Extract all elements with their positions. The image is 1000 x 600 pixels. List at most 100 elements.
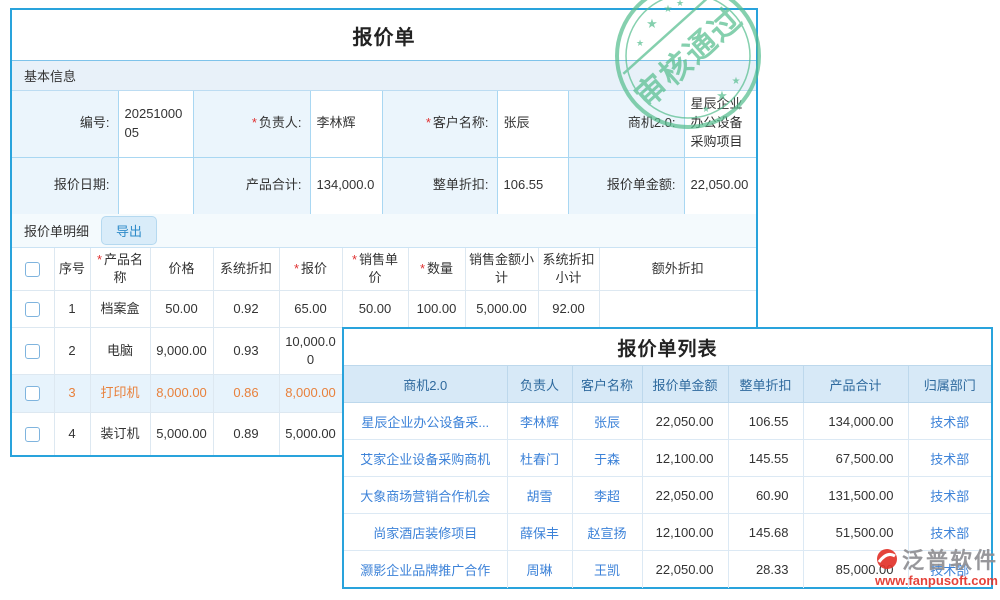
column-header-text: 数量 xyxy=(427,261,453,276)
list-window-title: 报价单列表 xyxy=(344,329,991,365)
list-cell-product-total: 51,500.00 xyxy=(803,514,908,551)
column-header-sys-discount: 系统折扣 xyxy=(213,248,279,290)
header-checkbox-cell xyxy=(12,248,54,290)
list-row[interactable]: 艾家企业设备采购商机杜春门于森12,100.00145.5567,500.00技… xyxy=(344,440,991,477)
field-label-text: 报价日期: xyxy=(54,177,110,192)
list-cell-opportunity[interactable]: 艾家企业设备采购商机 xyxy=(344,440,507,477)
cell-sale-price: 50.00 xyxy=(342,290,408,327)
list-cell-customer[interactable]: 李超 xyxy=(572,477,642,514)
basic-info-row: 编号:2025100005*负责人:李林辉 *客户名称: 张辰 商机2.0: 星辰企业办… xyxy=(12,91,756,157)
list-cell-owner[interactable]: 胡雪 xyxy=(507,477,572,514)
list-cell-customer[interactable]: 赵宣扬 xyxy=(572,514,642,551)
cell-price: 8,000.00 xyxy=(150,374,213,412)
row-checkbox-cell xyxy=(12,374,54,412)
list-cell-customer[interactable]: 张辰 xyxy=(572,403,642,440)
list-cell-owner[interactable]: 杜春门 xyxy=(507,440,572,477)
basic-info-section-title: 基本信息 xyxy=(24,66,76,85)
field-label: 整单折扣: xyxy=(382,157,497,214)
column-header-text: 系统折扣 xyxy=(220,261,272,276)
row-checkbox[interactable] xyxy=(25,386,40,401)
table-row[interactable]: 1档案盒50.000.9265.0050.00100.005,000.0092.… xyxy=(12,290,756,327)
field-label-text: 商机2.0: xyxy=(628,115,676,130)
cell-quote: 65.00 xyxy=(279,290,342,327)
list-cell-amount: 22,050.00 xyxy=(642,551,728,588)
column-header-text: 序号 xyxy=(59,261,85,276)
list-cell-department[interactable]: 技术部 xyxy=(908,403,991,440)
export-button[interactable]: 导出 xyxy=(101,216,157,245)
list-cell-opportunity[interactable]: 尚家酒店装修项目 xyxy=(344,514,507,551)
field-label-text: 报价单金额: xyxy=(607,177,676,192)
list-row[interactable]: 大象商场营销合作机会胡雪李超22,050.0060.90131,500.00技术… xyxy=(344,477,991,514)
field-label: *负责人: xyxy=(193,91,310,157)
select-all-checkbox[interactable] xyxy=(25,262,40,277)
field-label-text: 整单折扣: xyxy=(433,177,489,192)
list-cell-department[interactable]: 技术部 xyxy=(908,514,991,551)
list-cell-discount: 145.68 xyxy=(728,514,803,551)
list-column-header-department[interactable]: 归属部门 xyxy=(908,366,991,403)
list-cell-opportunity[interactable]: 星辰企业办公设备采... xyxy=(344,403,507,440)
list-cell-discount: 145.55 xyxy=(728,440,803,477)
column-header-text: 系统折扣小计 xyxy=(542,252,594,285)
column-header-text: 销售金额小计 xyxy=(469,252,534,285)
field-label: 编号: xyxy=(12,91,118,157)
field-value[interactable]: 李林辉 xyxy=(310,91,382,157)
cell-extra-discount xyxy=(599,290,756,327)
field-value[interactable]: 106.55 xyxy=(497,157,568,214)
list-cell-department[interactable]: 技术部 xyxy=(908,551,991,588)
cell-product-name: 电脑 xyxy=(90,327,150,374)
field-value[interactable]: 134,000.0 xyxy=(310,157,382,214)
required-asterisk: * xyxy=(426,115,431,130)
list-cell-owner[interactable]: 李林辉 xyxy=(507,403,572,440)
cell-seq: 3 xyxy=(54,374,90,412)
list-column-header-customer[interactable]: 客户名称 xyxy=(572,366,642,403)
field-label: 产品合计: xyxy=(193,157,310,214)
list-row[interactable]: 尚家酒店装修项目薛保丰赵宣扬12,100.00145.6851,500.00技术… xyxy=(344,514,991,551)
field-value[interactable] xyxy=(118,157,193,214)
list-column-header-product-total[interactable]: 产品合计 xyxy=(803,366,908,403)
cell-seq: 4 xyxy=(54,412,90,455)
row-checkbox[interactable] xyxy=(25,302,40,317)
cell-price: 50.00 xyxy=(150,290,213,327)
cell-quote: 10,000.00 xyxy=(279,327,342,374)
field-value[interactable]: 22,050.00 xyxy=(684,157,756,214)
column-header-product-name: *产品名称 xyxy=(90,248,150,290)
list-column-header-opportunity[interactable]: 商机2.0 xyxy=(344,366,507,403)
column-header-sale-price: *销售单价 xyxy=(342,248,408,290)
list-cell-customer[interactable]: 于森 xyxy=(572,440,642,477)
field-label: 商机2.0: xyxy=(568,91,684,157)
list-cell-product-total: 131,500.00 xyxy=(803,477,908,514)
list-cell-department[interactable]: 技术部 xyxy=(908,440,991,477)
list-cell-owner[interactable]: 薛保丰 xyxy=(507,514,572,551)
cell-price: 5,000.00 xyxy=(150,412,213,455)
basic-info-grid: 编号:2025100005*负责人:李林辉 *客户名称: 张辰 商机2.0: 星辰企业办… xyxy=(12,91,756,214)
list-column-header-amount[interactable]: 报价单金额 xyxy=(642,366,728,403)
list-cell-owner[interactable]: 周琳 xyxy=(507,551,572,588)
list-column-header-owner[interactable]: 负责人 xyxy=(507,366,572,403)
list-cell-customer[interactable]: 王凯 xyxy=(572,551,642,588)
column-header-sys-discount-subtotal: 系统折扣小计 xyxy=(538,248,599,290)
field-label-text: 负责人: xyxy=(259,115,302,130)
required-asterisk: * xyxy=(420,261,425,276)
list-row[interactable]: 星辰企业办公设备采...李林辉张辰22,050.00106.55134,000.… xyxy=(344,403,991,440)
required-asterisk: * xyxy=(97,252,102,267)
field-value[interactable]: 2025100005 xyxy=(118,91,193,157)
list-cell-opportunity[interactable]: 灏影企业品牌推广合作 xyxy=(344,551,507,588)
list-column-header-discount[interactable]: 整单折扣 xyxy=(728,366,803,403)
svg-text:★: ★ xyxy=(676,0,684,8)
list-cell-discount: 28.33 xyxy=(728,551,803,588)
row-checkbox[interactable] xyxy=(25,344,40,359)
quote-list-table: 商机2.0负责人客户名称报价单金额整单折扣产品合计归属部门星辰企业办公设备采..… xyxy=(344,365,991,588)
list-cell-department[interactable]: 技术部 xyxy=(908,477,991,514)
row-checkbox[interactable] xyxy=(25,427,40,442)
cell-quote: 5,000.00 xyxy=(279,412,342,455)
field-label-text: 客户名称: xyxy=(433,115,489,130)
cell-price: 9,000.00 xyxy=(150,327,213,374)
cell-sale-amount-subtotal: 5,000.00 xyxy=(465,290,538,327)
list-cell-opportunity[interactable]: 大象商场营销合作机会 xyxy=(344,477,507,514)
list-row[interactable]: 灏影企业品牌推广合作周琳王凯22,050.0028.3385,000.00技术部 xyxy=(344,551,991,588)
field-value[interactable]: 张辰 xyxy=(497,91,568,157)
cell-seq: 2 xyxy=(54,327,90,374)
field-value[interactable]: 星辰企业办公设备采购项目 xyxy=(684,91,756,157)
cell-product-name: 装订机 xyxy=(90,412,150,455)
list-cell-product-total: 85,000.00 xyxy=(803,551,908,588)
